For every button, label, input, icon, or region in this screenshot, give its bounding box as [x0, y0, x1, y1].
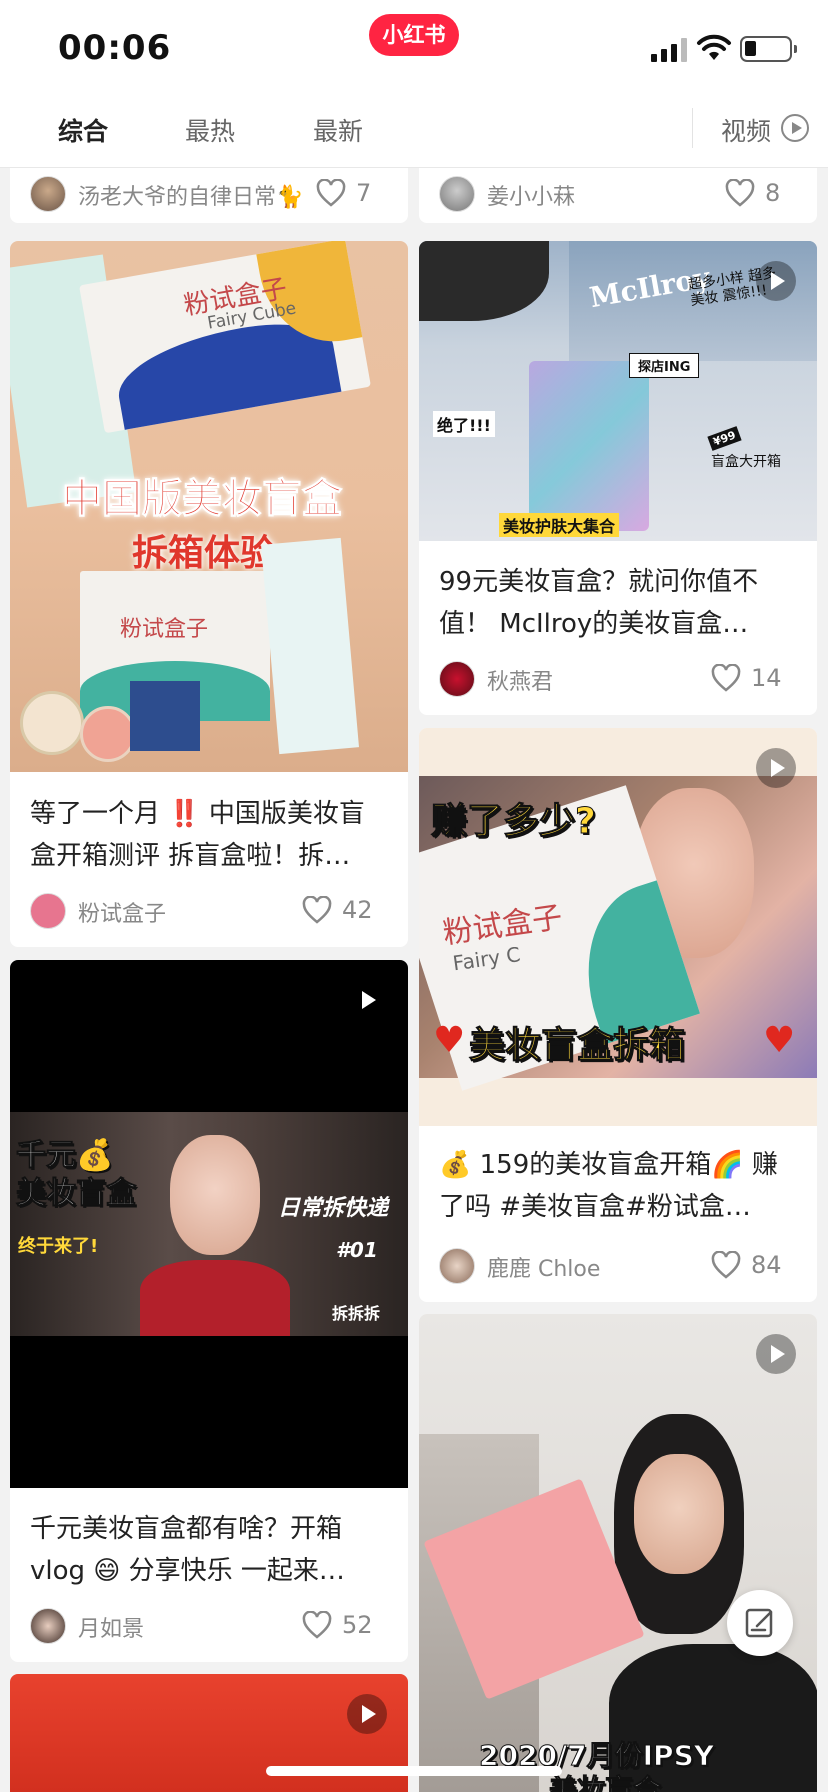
status-bar: 00:06 小红书: [0, 0, 828, 96]
avatar[interactable]: [439, 661, 475, 697]
like-count: 42: [342, 896, 373, 924]
avatar[interactable]: [30, 893, 66, 929]
filter-tab-bar: 综合 最热 最新 视频: [0, 96, 828, 168]
arm-image: [419, 241, 549, 321]
like-count: 7: [356, 179, 372, 207]
heart-icon: [711, 664, 741, 692]
home-indicator[interactable]: [266, 1766, 562, 1776]
note-card-mcllroy[interactable]: McIlroy 超多小样 超多美妆 震惊!!! 探店ING 绝了!!! ¥99 …: [419, 241, 817, 715]
heart-icon: [302, 896, 332, 924]
cellular-signal-icon: [651, 38, 689, 62]
heart-icon: [302, 1611, 332, 1639]
video-play-icon[interactable]: [781, 114, 809, 142]
box-brand-text: 粉试盒子: [120, 617, 209, 642]
product-box-image: 粉试盒子 Fairy Cube: [79, 241, 371, 434]
partial-card-right[interactable]: 姜小小菻 8: [419, 168, 817, 223]
status-time: 00:06: [58, 28, 172, 68]
heart-decor-icon: ♥: [433, 1020, 466, 1061]
product-blush-image: [80, 706, 136, 762]
avatar[interactable]: [439, 1248, 475, 1284]
cover-subheadline: 美妆盲盒: [16, 1176, 137, 1212]
like-count: 8: [765, 179, 781, 207]
person-shirt-image: [140, 1260, 290, 1336]
person-face-image: [170, 1135, 260, 1255]
partial-card-left[interactable]: 汤老大爷的自律日常🐈 7: [10, 168, 408, 223]
tote-bag-image: [529, 361, 649, 531]
like-count: 84: [751, 1251, 782, 1279]
note-card-fairy-cube[interactable]: 粉试盒子 Fairy Cube 中国版美妆盲盒 拆箱体验 粉试盒子 等了一个月 …: [10, 241, 408, 947]
cover-subheadline: 拆箱体验: [132, 533, 277, 574]
cover-subheadline: 美妆盲盒拆箱: [468, 1025, 686, 1067]
cover-note-text: 终于来了!: [18, 1236, 99, 1257]
tab-video[interactable]: 视频: [721, 112, 771, 148]
cover-price-text: ¥99: [707, 426, 742, 451]
note-title[interactable]: 千元美妆盲盒都有啥？开箱vlog 😄 分享快乐 一起来…: [30, 1508, 390, 1592]
heart-icon: [711, 1251, 741, 1279]
video-play-icon[interactable]: [756, 1334, 796, 1374]
video-play-icon[interactable]: [347, 1694, 387, 1734]
avatar[interactable]: [439, 176, 475, 212]
author-name[interactable]: 粉试盒子: [78, 896, 166, 928]
author-name[interactable]: 姜小小菻: [487, 179, 575, 211]
like-button[interactable]: 7: [316, 176, 388, 212]
video-play-icon[interactable]: [756, 261, 796, 301]
product-mini-box-image: [130, 681, 200, 751]
note-cover-image[interactable]: McIlroy 超多小样 超多美妆 震惊!!! 探店ING 绝了!!! ¥99 …: [419, 241, 817, 541]
cover-headline: 赚了多少?: [431, 801, 597, 843]
compose-button[interactable]: [727, 1590, 793, 1656]
avatar[interactable]: [30, 176, 66, 212]
like-button[interactable]: 42: [302, 893, 388, 929]
note-cover-image[interactable]: 2020/7月份IPSY 美妆盲合: [419, 1314, 817, 1792]
video-play-icon[interactable]: [347, 980, 387, 1020]
author-name[interactable]: 汤老大爷的自律日常🐈: [78, 179, 303, 211]
like-button[interactable]: 84: [711, 1248, 797, 1284]
heart-icon: [316, 179, 346, 207]
product-compact-image: [20, 691, 84, 755]
note-cover-image[interactable]: 千元💰 美妆盲盒 终于来了! 日常拆快递 #01 拆拆拆: [10, 960, 408, 1488]
cover-episode-text: #01: [336, 1238, 378, 1262]
note-card-ipsy[interactable]: 2020/7月份IPSY 美妆盲合: [419, 1314, 817, 1792]
heart-icon: [725, 179, 755, 207]
cover-bottom-text: 美妆护肤大集合: [499, 513, 620, 537]
like-button[interactable]: 52: [302, 1608, 388, 1644]
like-button[interactable]: 8: [725, 176, 797, 212]
cover-open-text: 盲盒大开箱: [711, 454, 781, 470]
note-title[interactable]: 99元美妆盲盒？就问你值不值！ McIlroy的美妆盲盒…: [439, 561, 799, 645]
wifi-icon: [697, 34, 731, 60]
note-cover-image[interactable]: 粉试盒子 Fairy C 赚了多少? 美妆盲盒拆箱 ♥ ♥: [419, 728, 817, 1126]
person-face-image: [634, 1454, 724, 1574]
tab-hottest[interactable]: 最热: [185, 112, 235, 148]
heart-decor-icon: ♥: [763, 1020, 796, 1061]
author-name[interactable]: 秋燕君: [487, 664, 553, 696]
avatar[interactable]: [30, 1608, 66, 1644]
battery-icon: [740, 36, 797, 62]
like-count: 14: [751, 664, 782, 692]
note-card-thousand[interactable]: 千元💰 美妆盲盒 终于来了! 日常拆快递 #01 拆拆拆 千元美妆盲盒都有啥？开…: [10, 960, 408, 1662]
video-play-icon[interactable]: [756, 748, 796, 788]
cover-unbox-text: 拆拆拆: [332, 1304, 381, 1323]
author-name[interactable]: 月如景: [78, 1611, 144, 1643]
cover-tag-text: 探店ING: [629, 353, 700, 378]
cover-right-text: 日常拆快递: [278, 1196, 389, 1221]
like-count: 52: [342, 1611, 373, 1639]
product-pack-image: [261, 537, 359, 755]
app-logo-badge[interactable]: 小红书: [369, 14, 459, 56]
edit-note-icon: [745, 1608, 773, 1638]
tab-comprehensive[interactable]: 综合: [58, 112, 108, 148]
tab-newest[interactable]: 最新: [313, 112, 363, 148]
tab-divider: [692, 108, 693, 148]
note-title[interactable]: 💰 159的美妆盲盒开箱🌈 赚了吗 #美妆盲盒#粉试盒…: [439, 1144, 799, 1228]
note-cover-image[interactable]: 粉试盒子 Fairy Cube 中国版美妆盲盒 拆箱体验 粉试盒子: [10, 241, 408, 772]
cover-wow-text: 绝了!!!: [433, 411, 495, 437]
author-name[interactable]: 鹿鹿 Chloe: [487, 1251, 600, 1283]
box-brand-text: 粉试盒子: [440, 899, 565, 952]
like-button[interactable]: 14: [711, 661, 797, 697]
cover-subheadline: 美妆盲合: [548, 1773, 662, 1792]
cover-headline: 中国版美妆盲盒: [62, 476, 343, 523]
note-card-earned[interactable]: 粉试盒子 Fairy C 赚了多少? 美妆盲盒拆箱 ♥ ♥ 💰 159的美妆盲盒…: [419, 728, 817, 1302]
note-title[interactable]: 等了一个月 ‼️ 中国版美妆盲盒开箱测评 拆盲盒啦！拆…: [30, 793, 390, 877]
